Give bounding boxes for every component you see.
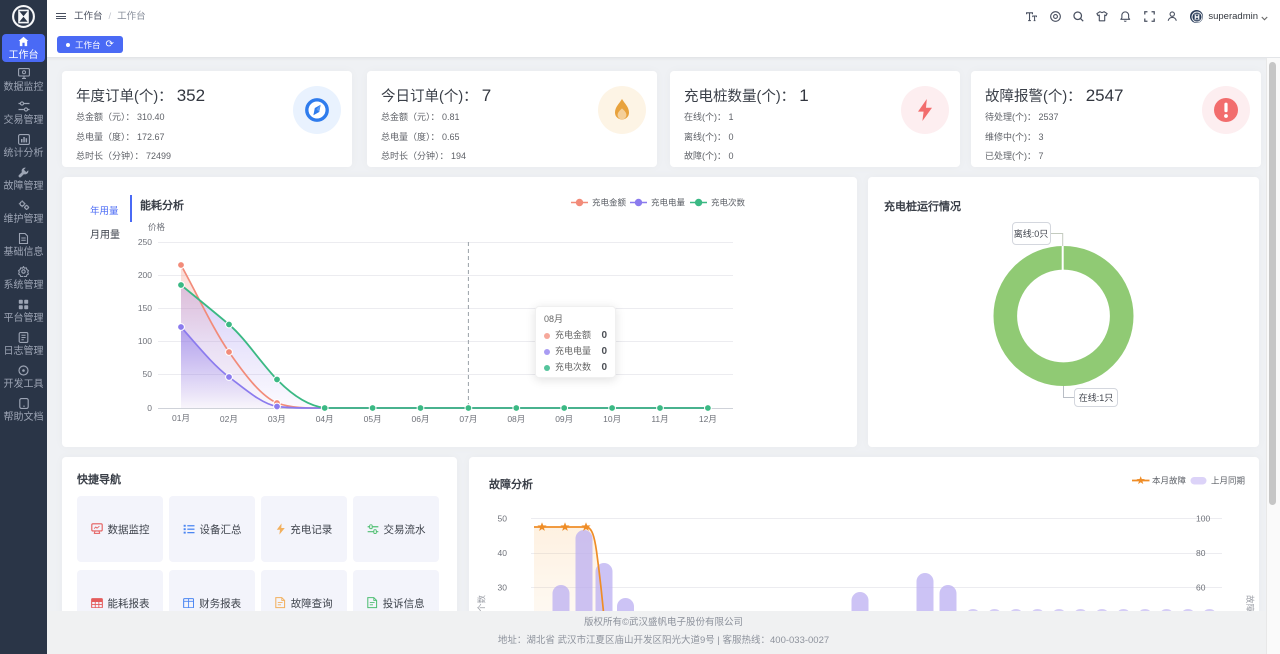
svg-text:05月: 05月: [364, 414, 382, 424]
svg-text:100: 100: [138, 336, 152, 346]
svg-text:12月: 12月: [699, 414, 717, 424]
svg-text:02月: 02月: [220, 414, 238, 424]
svg-text:50: 50: [143, 369, 153, 379]
svg-text:04月: 04月: [316, 414, 334, 424]
svg-text:250: 250: [138, 237, 152, 247]
svg-text:0: 0: [147, 403, 152, 413]
svg-text:本月故障: 本月故障: [1152, 476, 1187, 486]
svg-text:03月: 03月: [268, 414, 286, 424]
svg-text:60: 60: [1196, 583, 1206, 593]
svg-text:价格: 价格: [148, 222, 166, 232]
svg-text:01月: 01月: [172, 413, 190, 423]
svg-text:80: 80: [1196, 548, 1206, 558]
svg-text:充电电量: 充电电量: [651, 198, 686, 208]
svg-text:09月: 09月: [555, 414, 573, 424]
svg-text:06月: 06月: [412, 414, 430, 424]
svg-text:150: 150: [138, 303, 152, 313]
svg-text:08月: 08月: [507, 414, 525, 424]
svg-text:上月同期: 上月同期: [1211, 476, 1245, 486]
svg-text:10月: 10月: [603, 414, 621, 424]
svg-text:充电金额: 充电金额: [592, 198, 627, 208]
svg-text:100: 100: [1196, 514, 1210, 524]
svg-text:50: 50: [498, 514, 508, 524]
svg-text:40: 40: [498, 548, 508, 558]
svg-text:11月: 11月: [651, 414, 668, 424]
svg-text:30: 30: [498, 583, 508, 593]
svg-text:充电次数: 充电次数: [711, 198, 746, 208]
svg-text:07月: 07月: [459, 414, 477, 424]
svg-text:200: 200: [138, 270, 152, 280]
